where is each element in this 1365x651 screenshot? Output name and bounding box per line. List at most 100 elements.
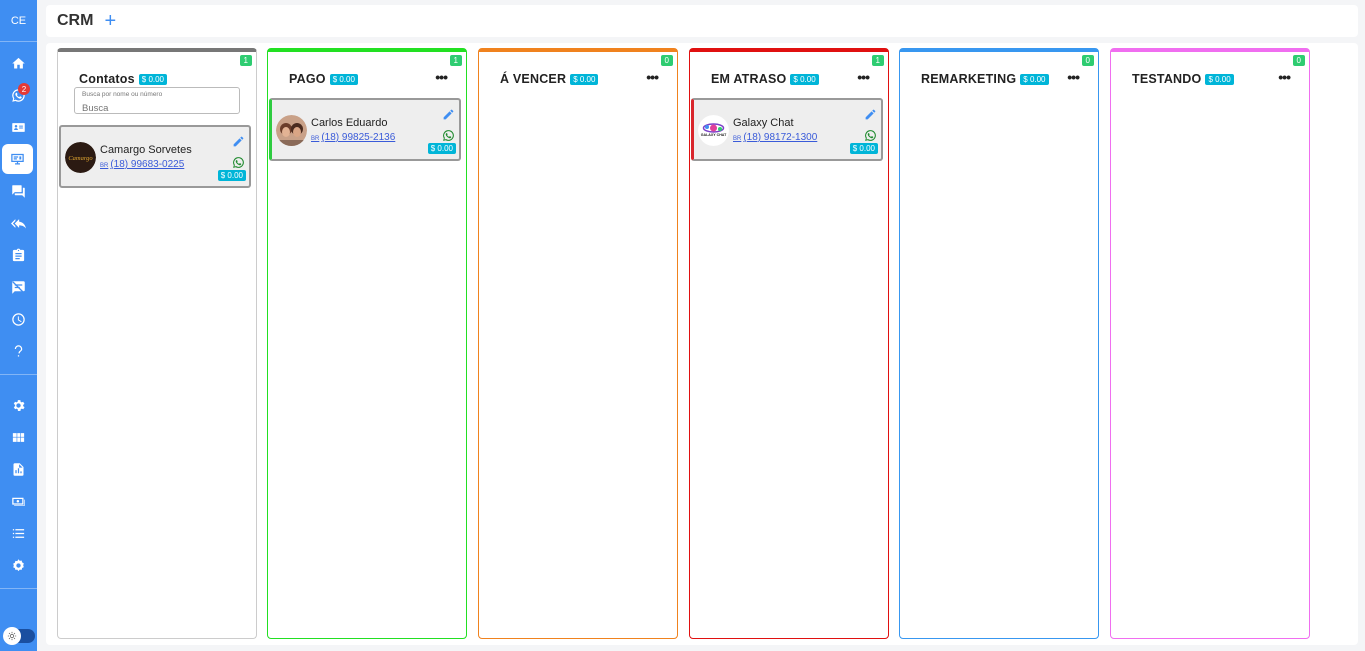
sidebar-item-quick-replies[interactable] [0, 208, 37, 238]
sidebar-item-dashboard[interactable] [0, 422, 37, 452]
help-icon [14, 344, 23, 356]
dashboard-icon [12, 432, 25, 442]
column-menu-button[interactable]: ••• [1278, 69, 1291, 85]
search-label: Busca por nome ou número [82, 91, 163, 98]
money-icon [12, 497, 25, 506]
sidebar-item-chats[interactable] [0, 176, 37, 206]
column-menu-button[interactable]: ••• [646, 69, 659, 85]
phone-number: (18) 98172-1300 [743, 132, 818, 143]
search-input[interactable] [82, 103, 232, 114]
phone-number: (18) 99683-0225 [110, 159, 185, 170]
crm-board-icon [11, 153, 24, 164]
sidebar-item-whatsapp[interactable]: 2 [0, 80, 37, 110]
column-title: REMARKETING [921, 72, 1017, 86]
sidebar-item-crm[interactable] [2, 144, 33, 174]
sidebar-item-settings[interactable] [0, 390, 37, 420]
card-name: Camargo Sorvetes [100, 144, 192, 156]
card-name: Galaxy Chat [733, 117, 794, 129]
avatar [276, 115, 307, 146]
sidebar-item-help[interactable] [0, 336, 37, 366]
card-phone-link[interactable]: BR (18) 99825-2136 [311, 132, 395, 143]
column-a-vencer: 0 Á VENCER $ 0.00 ••• [478, 48, 678, 639]
whatsapp-icon[interactable] [864, 129, 877, 142]
column-em-atraso: 1 EM ATRASO $ 0.00 ••• GALAXY CHAT Galax… [689, 48, 889, 639]
column-sum-badge: $ 0.00 [329, 73, 358, 85]
card-phone-link[interactable]: BR (18) 98172-1300 [733, 132, 817, 143]
sidebar-item-lists[interactable] [0, 518, 37, 548]
settings-cog-icon [13, 558, 24, 571]
column-contatos: 1 Contatos $ 0.00 Busca por nome ou núme… [57, 48, 257, 639]
clock-icon [12, 312, 25, 326]
column-menu-button[interactable]: ••• [435, 69, 448, 85]
clipboard-icon [12, 248, 25, 261]
report-file-icon [13, 462, 24, 476]
card-sum-badge: $ 0.00 [217, 170, 246, 181]
column-title: TESTANDO [1132, 72, 1202, 86]
card-phone-link[interactable]: BR (18) 99683-0225 [100, 159, 184, 170]
sidebar-item-config[interactable] [0, 550, 37, 580]
column-title: EM ATRASO [711, 72, 787, 86]
speaker-notes-off-icon [12, 280, 25, 294]
column-count-badge: 1 [871, 55, 884, 66]
sidebar-item-finance[interactable] [0, 486, 37, 516]
contact-card-icon [12, 122, 25, 132]
lead-card[interactable]: GALAXY CHAT Galaxy Chat BR (18) 98172-130… [691, 98, 883, 161]
column-header: Contatos $ 0.00 [79, 72, 168, 86]
column-count-badge: 0 [1081, 55, 1094, 66]
column-title: Contatos [79, 72, 135, 86]
column-menu-button[interactable]: ••• [857, 69, 870, 85]
edit-pencil-icon[interactable] [864, 108, 877, 121]
column-header: REMARKETING $ 0.00 [921, 72, 1049, 86]
column-sum-badge: $ 0.00 [570, 73, 599, 85]
lead-card[interactable]: Camargo Camargo Sorvetes BR (18) 99683-02… [59, 125, 251, 188]
column-count-badge: 0 [660, 55, 673, 66]
card-sum-badge: $ 0.00 [849, 143, 878, 154]
search-field[interactable]: Busca por nome ou número [74, 87, 240, 114]
country-code: BR [311, 136, 320, 142]
sidebar-item-reports[interactable] [0, 454, 37, 484]
avatar-logo-text: GALAXY CHAT [701, 133, 727, 137]
reply-all-icon [11, 218, 26, 228]
column-remarketing: 0 REMARKETING $ 0.00 ••• [899, 48, 1099, 639]
column-sum-badge: $ 0.00 [790, 73, 819, 85]
whatsapp-icon[interactable] [232, 156, 245, 169]
sidebar-item-contacts[interactable] [0, 112, 37, 142]
sun-icon [7, 631, 17, 641]
sidebar-divider [0, 374, 37, 375]
column-sum-badge: $ 0.00 [138, 73, 168, 85]
lead-card[interactable]: Carlos Eduardo BR (18) 99825-2136 $ 0.00 [269, 98, 461, 161]
home-icon [12, 57, 25, 68]
page-title: CRM [57, 12, 94, 29]
edit-pencil-icon[interactable] [442, 108, 455, 121]
user-initials[interactable]: CE [0, 0, 37, 42]
column-count-badge: 1 [239, 55, 252, 66]
sidebar-item-schedules[interactable] [0, 304, 37, 334]
sidebar-item-campaigns[interactable] [0, 272, 37, 302]
column-header: EM ATRASO $ 0.00 [711, 72, 819, 86]
column-title: PAGO [289, 72, 326, 86]
avatar: GALAXY CHAT [698, 115, 729, 146]
column-menu-button[interactable]: ••• [1067, 69, 1080, 85]
column-testando: 0 TESTANDO $ 0.00 ••• [1110, 48, 1310, 639]
column-header: PAGO $ 0.00 [289, 72, 358, 86]
chat-bubbles-icon [12, 184, 25, 198]
column-sum-badge: $ 0.00 [1205, 73, 1234, 85]
sidebar-divider [0, 588, 37, 589]
add-column-button[interactable]: + [104, 11, 116, 31]
column-header: TESTANDO $ 0.00 [1132, 72, 1234, 86]
column-pago: 1 PAGO $ 0.00 ••• Carlos Eduardo BR (18) … [267, 48, 467, 639]
column-title: Á VENCER [500, 72, 567, 86]
list-icon [12, 528, 25, 538]
sidebar-item-tasks[interactable] [0, 240, 37, 270]
column-header: Á VENCER $ 0.00 [500, 72, 599, 86]
sidebar: CE 2 [0, 0, 37, 651]
toggle-knob [3, 627, 21, 645]
theme-toggle[interactable] [3, 627, 35, 645]
whatsapp-icon[interactable] [442, 129, 455, 142]
edit-pencil-icon[interactable] [232, 135, 245, 148]
card-name: Carlos Eduardo [311, 117, 388, 129]
settings-gear-icon [13, 399, 25, 411]
avatar-logo-text: Camargo [68, 155, 93, 162]
sidebar-item-home[interactable] [0, 48, 37, 78]
column-count-badge: 1 [449, 55, 462, 66]
